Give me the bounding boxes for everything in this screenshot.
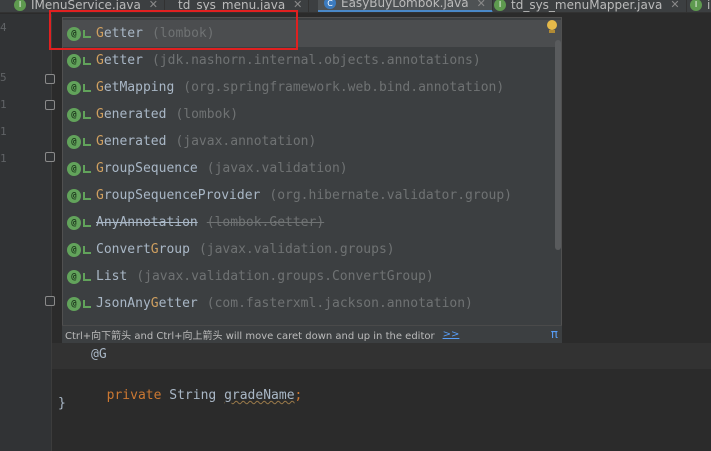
field-name: gradeName <box>224 388 295 403</box>
visibility-icon <box>83 191 91 200</box>
annotation-icon: @ <box>67 134 81 149</box>
completion-name: GroupSequenceProvider <box>96 188 261 203</box>
interface-icon: I <box>14 0 26 11</box>
line-number: 1 <box>0 125 7 138</box>
annotation-icon: @ <box>67 161 81 176</box>
completion-package: (com.fasterxml.jackson.annotation) <box>206 296 473 311</box>
annotation-icon: @ <box>67 107 81 122</box>
visibility-icon <box>83 245 91 254</box>
completion-package: (lombok) <box>151 26 215 41</box>
tab-label: EasyBuyLombok.java <box>341 0 469 10</box>
interface-icon: I <box>690 0 702 11</box>
completion-package: (javax.validation.groups.ConvertGroup) <box>136 269 434 284</box>
fold-marker-icon[interactable] <box>45 100 55 110</box>
completion-item-generated-javax[interactable]: @ Generated (javax.annotation) <box>63 128 561 155</box>
visibility-icon <box>83 272 91 281</box>
completion-name: ConvertGroup <box>96 242 190 257</box>
keyword-private: private <box>106 388 162 403</box>
close-icon[interactable]: ✕ <box>293 0 302 11</box>
type-name: String <box>169 388 217 403</box>
completion-item-generated-lombok[interactable]: @ Generated (lombok) <box>63 101 561 128</box>
close-icon[interactable]: ✕ <box>670 0 679 11</box>
completion-name: GetMapping <box>96 80 175 95</box>
annotation-icon: @ <box>67 269 81 284</box>
visibility-icon <box>83 110 91 119</box>
semicolon: ; <box>294 388 303 403</box>
close-icon[interactable]: ✕ <box>477 0 486 10</box>
annotation-icon: @ <box>67 215 81 230</box>
line-number: 1 <box>0 98 7 111</box>
class-icon: C <box>324 0 336 9</box>
completion-package: (org.hibernate.validator.group) <box>269 188 513 203</box>
caret-line-highlight <box>52 343 711 369</box>
completion-package: (jdk.nashorn.internal.objects.annotation… <box>151 53 481 68</box>
completion-name: Getter <box>96 53 143 68</box>
completion-name: AnyAnnotation <box>96 215 198 230</box>
completion-item-getter-nashorn[interactable]: @ Getter (jdk.nashorn.internal.objects.a… <box>63 47 561 74</box>
completion-item-anyannotation[interactable]: @ AnyAnnotation (lombok.Getter) <box>63 209 561 236</box>
annotation-typed[interactable]: @G <box>91 347 107 362</box>
annotation-icon: @ <box>67 80 81 95</box>
completion-package: (lombok) <box>175 107 239 122</box>
visibility-icon <box>83 56 91 65</box>
visibility-icon <box>83 164 91 173</box>
completion-name: JsonAnyGetter <box>96 296 198 311</box>
visibility-icon <box>83 29 91 38</box>
annotation-icon: @ <box>67 188 81 203</box>
fold-marker-icon[interactable] <box>45 74 55 84</box>
hint-more-link[interactable]: >> <box>443 329 460 340</box>
fold-marker-icon[interactable] <box>45 296 55 306</box>
lightbulb-icon[interactable] <box>547 20 557 34</box>
completion-item-groupsequenceprovider[interactable]: @ GroupSequenceProvider (org.hibernate.v… <box>63 182 561 209</box>
line-number: 5 <box>0 71 7 84</box>
completion-item-list[interactable]: @ List (javax.validation.groups.ConvertG… <box>63 263 561 290</box>
completion-name: List <box>96 269 128 284</box>
visibility-icon <box>83 83 91 92</box>
completion-package: (lombok.Getter) <box>206 215 325 230</box>
fold-marker-icon[interactable] <box>45 152 55 162</box>
completion-item-groupsequence[interactable]: @ GroupSequence (javax.validation) <box>63 155 561 182</box>
field-declaration[interactable]: private String gradeName; <box>91 373 303 403</box>
visibility-icon <box>83 299 91 308</box>
completion-name: Getter <box>96 26 143 41</box>
pi-icon[interactable]: π <box>551 327 558 341</box>
tab-td-sys-menu[interactable]: td_sys_menu.java ✕ <box>172 0 310 12</box>
tab-easybuylombok[interactable]: C EasyBuyLombok.java ✕ <box>318 0 493 12</box>
tab-overflow[interactable]: I ir <box>684 0 711 12</box>
editor-tab-bar: I IMenuService.java ✕ td_sys_menu.java ✕… <box>0 0 711 13</box>
tab-label: td_sys_menu.java <box>178 0 286 12</box>
annotation-icon: @ <box>67 296 81 311</box>
tab-label: ir <box>707 0 711 12</box>
completion-hint-bar: Ctrl+向下箭头 and Ctrl+向上箭头 will move caret … <box>62 325 562 343</box>
completion-name: GroupSequence <box>96 161 198 176</box>
visibility-icon <box>83 218 91 227</box>
code-completion-popup: @ Getter (lombok) @ Getter (jdk.nashorn.… <box>62 17 562 343</box>
closing-brace: } <box>58 396 66 411</box>
completion-name: Generated <box>96 134 167 149</box>
completion-package: (javax.validation.groups) <box>198 242 395 257</box>
completion-item-getter-lombok[interactable]: @ Getter (lombok) <box>63 20 561 47</box>
completion-item-jsonanygetter[interactable]: @ JsonAnyGetter (com.fasterxml.jackson.a… <box>63 290 561 317</box>
tab-td-sys-menumapper[interactable]: I td_sys_menuMapper.java ✕ <box>488 0 687 12</box>
completion-item-convertgroup[interactable]: @ ConvertGroup (javax.validation.groups) <box>63 236 561 263</box>
tab-label: td_sys_menuMapper.java <box>511 0 663 12</box>
completion-item-getmapping[interactable]: @ GetMapping (org.springframework.web.bi… <box>63 74 561 101</box>
completion-package: (javax.validation) <box>206 161 348 176</box>
tab-imenuservice[interactable]: I IMenuService.java ✕ <box>8 0 166 12</box>
popup-scrollbar[interactable] <box>555 40 561 250</box>
hint-text: Ctrl+向下箭头 and Ctrl+向上箭头 will move caret … <box>65 331 435 342</box>
completion-name: Generated <box>96 107 167 122</box>
close-icon[interactable]: ✕ <box>149 0 158 11</box>
interface-icon: I <box>494 0 506 11</box>
tab-label: IMenuService.java <box>31 0 141 12</box>
visibility-icon <box>83 137 91 146</box>
annotation-icon: @ <box>67 242 81 257</box>
annotation-icon: @ <box>67 53 81 68</box>
completion-package: (javax.annotation) <box>175 134 317 149</box>
annotation-icon: @ <box>67 26 81 41</box>
line-number: 4 <box>0 21 7 34</box>
line-number: 1 <box>0 152 7 165</box>
completion-package: (org.springframework.web.bind.annotation… <box>183 80 505 95</box>
